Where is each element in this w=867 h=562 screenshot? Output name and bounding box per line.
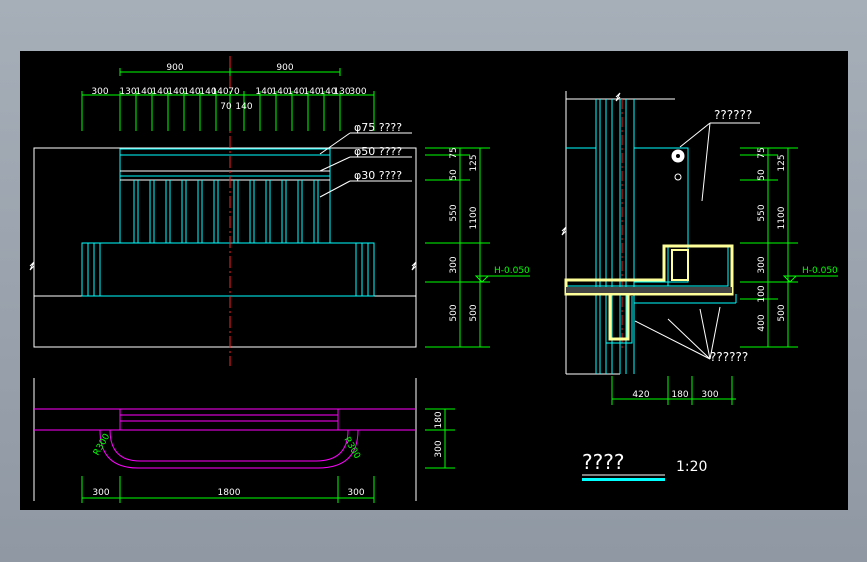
section-right-dims (740, 147, 798, 348)
title-block: ???? 1:20 (582, 450, 707, 481)
dim-sub: 130 (119, 87, 136, 97)
dim-sec-v: 50 (757, 169, 767, 181)
dim-sub: 140 (255, 87, 272, 97)
radius-left: R300 (92, 432, 113, 458)
dim-sub: 140 (183, 87, 200, 97)
dim-top-left: 900 (166, 63, 183, 73)
cad-drawing: 900 900 300 130 140 140 140 140 140 140 … (29, 56, 838, 503)
dim-sub: 140 (151, 87, 168, 97)
dim-sec-v: 1100 (777, 206, 787, 229)
dim-plan-bottom: 300 (92, 488, 109, 498)
dim-plan-v: 300 (434, 440, 444, 457)
section-view: ?????? ?????? 75 50 550 300 100 400 125 … (561, 91, 838, 405)
concrete-footing (608, 294, 630, 341)
rail-section-small (674, 173, 682, 181)
dim-v: 50 (449, 169, 459, 181)
dim-v: 1100 (469, 206, 479, 229)
dim-v: 500 (469, 304, 479, 321)
elevation-leaders (319, 132, 412, 198)
plan-curb-inner (109, 429, 349, 462)
level-text: H-0.050 (494, 266, 530, 276)
dim-v: 75 (449, 147, 459, 158)
dim-sec-bottom: 300 (701, 390, 718, 400)
title-underline (582, 478, 665, 481)
drawing-title: ???? (582, 450, 624, 474)
dim-sub: 140 (303, 87, 320, 97)
pedestal (81, 242, 375, 297)
label-phi30: φ30 ???? (354, 169, 402, 182)
cad-viewport[interactable]: 900 900 300 130 140 140 140 140 140 140 … (20, 51, 848, 510)
dim-sub: 300 (91, 87, 108, 97)
dim-sec-v: 100 (757, 285, 767, 302)
section-level-text: H-0.050 (802, 266, 838, 276)
dim-below-center: 70 (220, 102, 232, 112)
dim-sec-bottom: 180 (671, 390, 688, 400)
drawing-scale: 1:20 (676, 459, 707, 475)
balusters (133, 180, 319, 243)
dim-sub: 140 (167, 87, 184, 97)
dim-below-center: 140 (235, 102, 252, 112)
dim-v: 500 (449, 304, 459, 321)
dim-sub: 140 (135, 87, 152, 97)
dim-sec-v: 75 (757, 147, 767, 158)
dim-plan-bottom: 1800 (218, 488, 241, 498)
dim-sub: 140 (287, 87, 304, 97)
dim-sec-v: 300 (757, 256, 767, 273)
dim-v: 125 (469, 154, 479, 171)
dim-sub: 300 (349, 87, 366, 97)
dim-v: 300 (449, 256, 459, 273)
label-phi75: φ75 ???? (354, 121, 402, 134)
section-leaders (634, 122, 760, 360)
dim-sec-v: 400 (757, 314, 767, 331)
elevation-view: 900 900 300 130 140 140 140 140 140 140 … (29, 56, 530, 366)
dim-top-right: 900 (276, 63, 293, 73)
plan-curb-outer (99, 429, 359, 469)
radius-right: R300 (341, 436, 362, 462)
section-level-marker: H-0.050 (782, 266, 838, 283)
dim-sec-bottom: 420 (632, 390, 649, 400)
label-phi50: φ50 ???? (354, 145, 402, 158)
section-top-label: ?????? (714, 108, 752, 122)
dim-plan-bottom: 300 (347, 488, 364, 498)
dim-sec-v: 500 (777, 304, 787, 321)
concrete-curb (564, 244, 734, 296)
level-marker: H-0.050 (474, 266, 530, 283)
dim-sub: 140 (211, 87, 228, 97)
dim-center: 70 (228, 87, 240, 97)
dim-sub: 130 (333, 87, 350, 97)
plan-view: R300 R300 180 300 300 1800 300 (33, 378, 455, 503)
dim-sec-v: 125 (777, 154, 787, 171)
top-dimension-lines (81, 68, 375, 131)
dim-plan-v: 180 (434, 411, 444, 428)
dim-sec-v: 550 (757, 204, 767, 221)
dim-sub: 140 (271, 87, 288, 97)
dim-v: 550 (449, 204, 459, 221)
section-bottom-label: ?????? (710, 350, 748, 364)
